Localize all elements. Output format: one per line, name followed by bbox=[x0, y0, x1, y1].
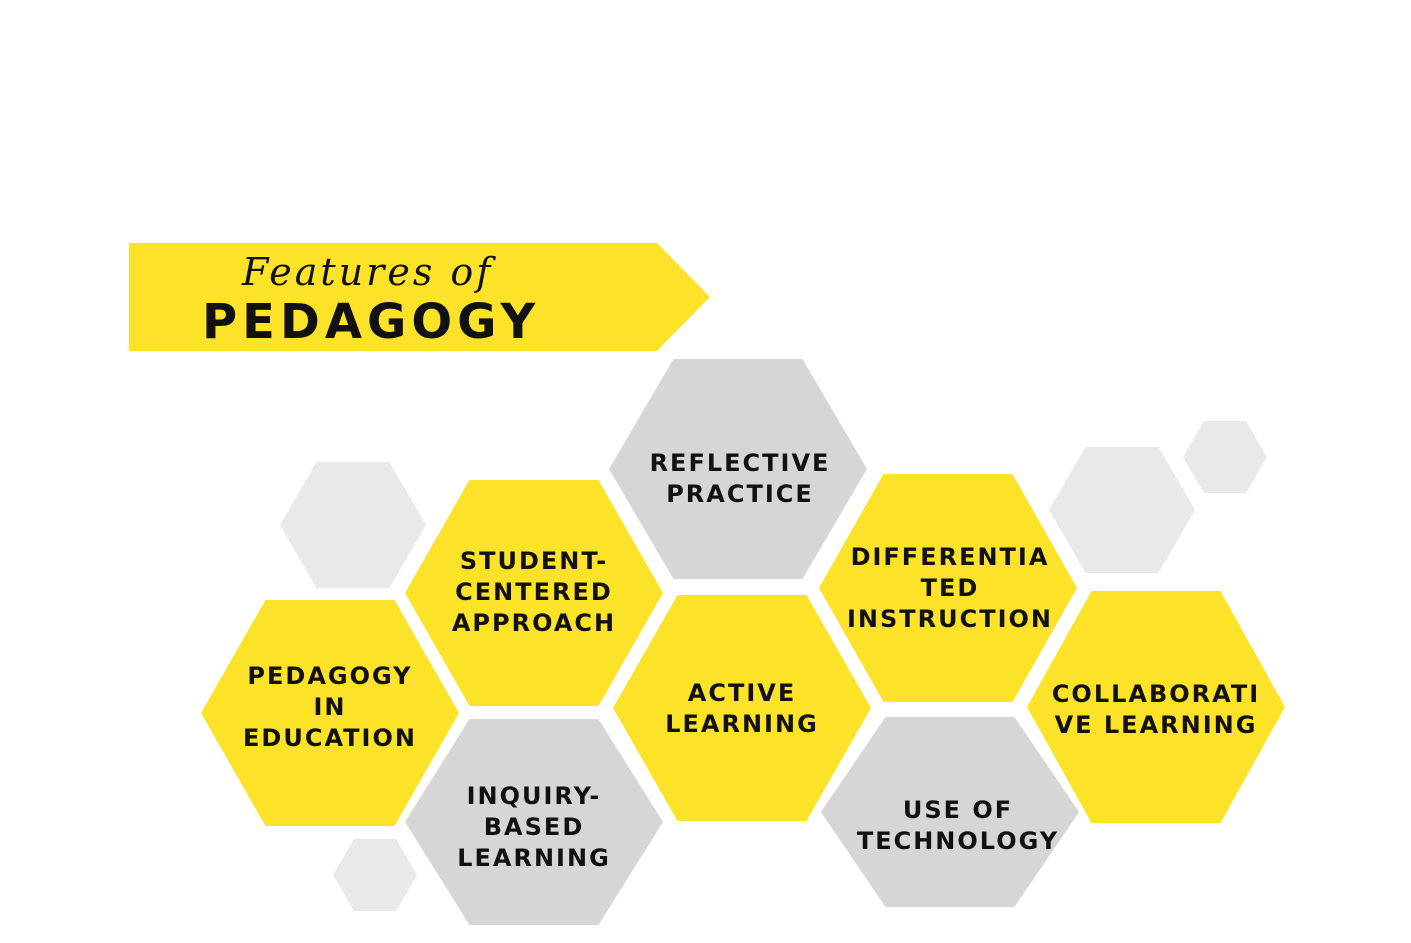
hexagon-differentiated-instruction: DIFFERENTIA TED INSTRUCTION bbox=[819, 474, 1077, 702]
hexagon-label-line: INSTRUCTION bbox=[847, 605, 1053, 633]
hexagon-inquiry-based-learning: INQUIRY- BASED LEARNING bbox=[405, 719, 663, 925]
decorative-hexagon bbox=[1049, 447, 1195, 573]
hexagon-label-line: BASED bbox=[484, 813, 584, 841]
hexagon-label-line: ACTIVE bbox=[688, 679, 796, 707]
hexagon-pedagogy-in-education: PEDAGOGY IN EDUCATION bbox=[201, 600, 459, 826]
banner-title: PEDAGOGY bbox=[202, 294, 540, 350]
hexagon-label-line: TECHNOLOGY bbox=[857, 827, 1059, 855]
hexagon-label-line: CENTERED bbox=[455, 578, 613, 606]
hexagon-label-line: TED bbox=[921, 574, 980, 602]
hexagon-label-line: APPROACH bbox=[452, 609, 616, 637]
decorative-hexagon bbox=[333, 839, 417, 911]
hexagon-label-line: LEARNING bbox=[665, 710, 819, 738]
hexagon-reflective-practice: REFLECTIVE PRACTICE bbox=[609, 359, 867, 579]
hexagon-collaborative-learning: COLLABORATI VE LEARNING bbox=[1027, 591, 1285, 823]
banner-subtitle: Features of bbox=[241, 250, 496, 294]
hexagon-label-line: COLLABORATI bbox=[1052, 680, 1260, 708]
hexagon-label-line: INQUIRY- bbox=[467, 782, 602, 810]
hexagon-label-line: STUDENT- bbox=[460, 547, 608, 575]
pedagogy-features-diagram: Features of PEDAGOGY PEDAGOGY IN EDUCATION… bbox=[129, 243, 1285, 925]
hexagon-label-line: DIFFERENTIA bbox=[851, 543, 1050, 571]
hexagon-active-learning: ACTIVE LEARNING bbox=[613, 595, 871, 821]
hexagon-label-line: REFLECTIVE bbox=[650, 449, 831, 477]
hexagon-student-centered-approach: STUDENT- CENTERED APPROACH bbox=[405, 480, 663, 706]
hexagon-label-line: IN bbox=[313, 693, 346, 721]
hexagon-label-line: PEDAGOGY bbox=[247, 662, 412, 690]
decorative-hexagon bbox=[1183, 421, 1267, 493]
decorative-hexagon bbox=[280, 462, 426, 588]
hexagon-label-line: EDUCATION bbox=[243, 724, 417, 752]
hexagon-use-of-technology: USE OF TECHNOLOGY bbox=[821, 717, 1079, 907]
title-banner: Features of PEDAGOGY bbox=[129, 243, 710, 351]
hexagon-shape bbox=[613, 595, 871, 821]
hexagon-label-line: LEARNING bbox=[457, 844, 611, 872]
hexagon-label-line: USE OF bbox=[903, 796, 1013, 824]
hexagon-label-line: PRACTICE bbox=[666, 480, 814, 508]
hexagon-label-line: VE LEARNING bbox=[1055, 711, 1258, 739]
